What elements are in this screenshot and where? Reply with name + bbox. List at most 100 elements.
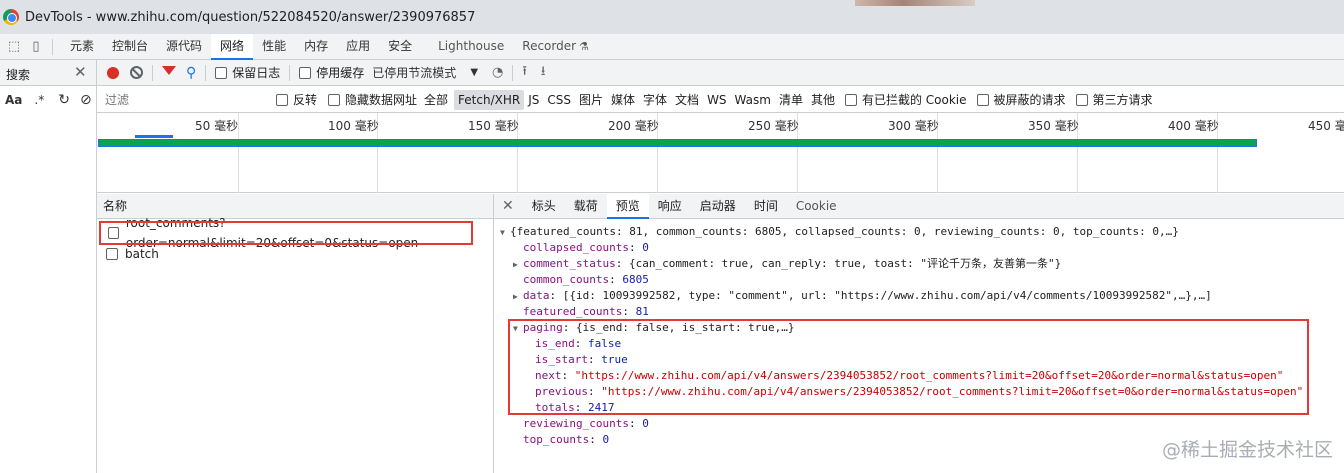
json-property-row[interactable]: reviewing_counts: 0 <box>523 416 649 432</box>
network-toolbar: ⚲ 保留日志 停用缓存 已停用节流模式 ▼ ◔ ⭱ ⭳ <box>97 60 1344 86</box>
checkbox-icon[interactable] <box>276 93 288 106</box>
json-value: 81 <box>635 305 649 318</box>
type-filter-img[interactable]: 图片 <box>575 90 607 110</box>
window-titlebar: DevTools - www.zhihu.com/question/522084… <box>0 0 1344 34</box>
preserve-log-checkbox[interactable]: 保留日志 <box>215 64 280 81</box>
throttling-select[interactable]: 已停用节流模式 <box>372 64 456 81</box>
checkbox-icon[interactable] <box>215 66 228 79</box>
timeline-tick-label: 350 毫秒 <box>1028 119 1079 133</box>
tab-payload[interactable]: 载荷 <box>565 194 607 219</box>
type-filter-css[interactable]: CSS <box>543 90 575 110</box>
divider <box>289 64 291 81</box>
type-filter-font[interactable]: 字体 <box>639 90 671 110</box>
third-party-label: 第三方请求 <box>1092 93 1153 107</box>
type-filter-ws[interactable]: WS <box>703 90 730 110</box>
record-icon[interactable] <box>107 66 119 79</box>
json-key: reviewing_counts <box>523 417 629 430</box>
json-property-row[interactable]: common_counts: 6805 <box>523 272 649 288</box>
json-value: 0 <box>642 417 649 430</box>
clear-log-icon[interactable] <box>130 66 143 79</box>
timeline-tick-label: 400 毫秒 <box>1168 119 1219 133</box>
request-detail-tabs: ✕ 标头 载荷 预览 响应 启动器 时间 Cookie <box>494 193 1344 219</box>
highlight-box <box>508 319 1309 415</box>
tab-initiator[interactable]: 启动器 <box>691 194 745 219</box>
blocked-requests-checkbox[interactable]: 被屏蔽的请求 <box>976 91 1066 108</box>
tab-application[interactable]: 应用 <box>337 34 379 60</box>
chevron-down-icon[interactable]: ▼ <box>470 67 478 78</box>
refresh-icon[interactable]: ↻ <box>58 92 70 108</box>
tab-console[interactable]: 控制台 <box>103 34 157 60</box>
json-value: {can_comment: true, can_reply: true, toa… <box>628 257 1062 270</box>
blocked-cookies-checkbox[interactable]: 有已拦截的 Cookie <box>844 91 967 108</box>
json-property-row[interactable]: ▶ data: [{id: 10093992582, type: "comment… <box>513 288 1212 304</box>
filter-input[interactable] <box>100 90 264 109</box>
timeline-overview[interactable]: 50 毫秒 100 毫秒 150 毫秒 200 毫秒 250 毫秒 300 毫秒… <box>97 113 1344 193</box>
json-property-row[interactable]: collapsed_counts: 0 <box>523 240 649 256</box>
blocked-requests-label: 被屏蔽的请求 <box>993 93 1066 107</box>
request-row[interactable]: root_comments?order=normal&limit=20&offs… <box>99 216 473 250</box>
json-property-row[interactable]: top_counts: 0 <box>523 432 609 448</box>
expand-triangle-icon[interactable]: ▶ <box>513 289 523 305</box>
tab-headers[interactable]: 标头 <box>523 194 565 219</box>
invert-checkbox[interactable]: 反转 <box>276 91 317 108</box>
type-filter-doc[interactable]: 文档 <box>671 90 703 110</box>
clear-icon[interactable]: ⊘ <box>80 92 92 108</box>
regex-toggle[interactable]: .* <box>34 93 44 107</box>
expand-triangle-icon[interactable]: ▶ <box>513 257 523 273</box>
type-filter-all[interactable]: 全部 <box>420 90 452 110</box>
close-icon[interactable]: ✕ <box>74 63 87 81</box>
tab-sources[interactable]: 源代码 <box>157 34 211 60</box>
chrome-icon <box>3 9 19 25</box>
request-row[interactable]: batch <box>97 244 493 264</box>
tab-response[interactable]: 响应 <box>649 194 691 219</box>
divider <box>152 64 153 81</box>
json-key: top_counts <box>523 433 590 446</box>
search-options: Aa .* ↻ ⊘ <box>0 87 97 113</box>
disable-cache-checkbox[interactable]: 停用缓存 <box>299 64 364 81</box>
type-filter-wasm[interactable]: Wasm <box>731 90 775 110</box>
tab-preview[interactable]: 预览 <box>606 193 649 219</box>
type-filter-fetch-xhr[interactable]: Fetch/XHR <box>454 89 525 110</box>
close-icon[interactable]: ✕ <box>502 198 514 214</box>
tab-timing[interactable]: 时间 <box>745 194 787 219</box>
type-filter-other[interactable]: 其他 <box>807 90 839 110</box>
disable-cache-label: 停用缓存 <box>316 66 365 80</box>
expand-triangle-icon[interactable]: ▼ <box>500 225 510 241</box>
tab-performance[interactable]: 性能 <box>253 34 295 60</box>
export-har-icon[interactable]: ⭳ <box>541 62 546 84</box>
divider <box>52 38 53 55</box>
json-property-row[interactable]: featured_counts: 81 <box>523 304 649 320</box>
checkbox-icon[interactable] <box>844 93 857 106</box>
filter-bar: 反转 隐藏数据网址 全部 Fetch/XHR JS CSS 图片 媒体 字体 文… <box>97 87 1344 113</box>
json-property-row[interactable]: ▶ comment_status: {can_comment: true, can… <box>513 256 1061 272</box>
timeline-tick-label: 150 毫秒 <box>468 119 519 133</box>
import-har-icon[interactable]: ⭱ <box>522 62 527 84</box>
tab-network[interactable]: 网络 <box>211 33 254 60</box>
type-filter-js[interactable]: JS <box>524 90 543 110</box>
watermark: @稀土掘金技术社区 <box>1162 439 1334 461</box>
tab-recorder[interactable]: Recorder <box>513 34 585 60</box>
type-filter-media[interactable]: 媒体 <box>607 90 639 110</box>
json-root-row[interactable]: ▼ {featured_counts: 81, common_counts: 68… <box>500 224 1179 240</box>
type-filter-manifest[interactable]: 清单 <box>775 90 807 110</box>
third-party-checkbox[interactable]: 第三方请求 <box>1075 91 1153 108</box>
tab-security[interactable]: 安全 <box>379 34 421 60</box>
tab-lighthouse[interactable]: Lighthouse <box>429 34 513 60</box>
tab-cookies[interactable]: Cookie <box>787 194 846 219</box>
checkbox-icon[interactable] <box>328 93 341 106</box>
search-icon[interactable]: ⚲ <box>186 65 196 81</box>
json-key: comment_status <box>523 257 616 270</box>
timeline-tick-label: 450 毫秒 <box>1308 119 1344 133</box>
checkbox-icon[interactable] <box>976 93 989 106</box>
checkbox-icon[interactable] <box>1075 93 1088 106</box>
hide-data-urls-checkbox[interactable]: 隐藏数据网址 <box>328 91 417 108</box>
divider <box>205 64 207 81</box>
checkbox-icon[interactable] <box>299 66 312 79</box>
device-toolbar-icon[interactable]: ▯ <box>28 39 44 55</box>
inspect-element-icon[interactable]: ⬚ <box>6 39 22 55</box>
tab-memory[interactable]: 内存 <box>295 34 337 60</box>
filter-icon[interactable] <box>162 66 176 75</box>
match-case-toggle[interactable]: Aa <box>5 93 22 107</box>
network-conditions-icon[interactable]: ◔ <box>492 65 503 80</box>
tab-elements[interactable]: 元素 <box>61 34 103 60</box>
